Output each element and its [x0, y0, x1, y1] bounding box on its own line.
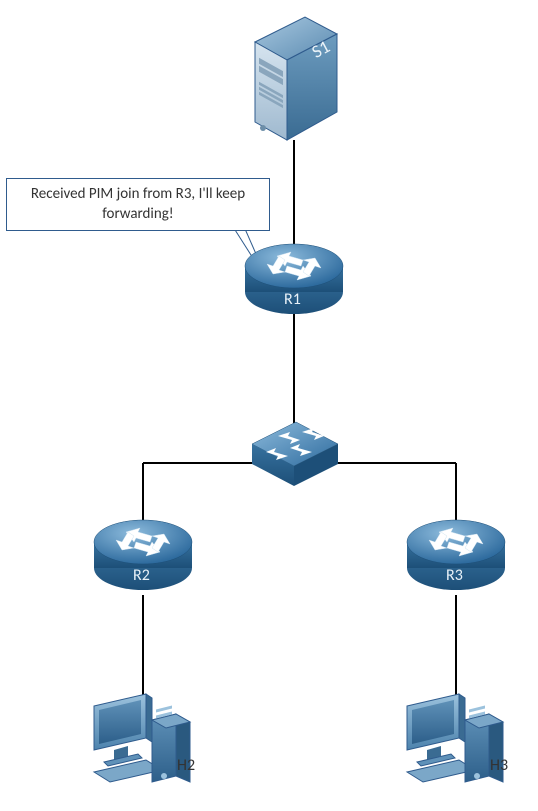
node-host-h3 [403, 690, 513, 795]
node-router-r2 [92, 516, 194, 599]
host-icon [403, 690, 513, 790]
node-label-r2: R2 [133, 566, 150, 585]
switch-icon [250, 418, 340, 490]
callout-box: Received PIM join from R3, I'll keep for… [6, 178, 270, 231]
node-label-r3: R3 [446, 566, 463, 585]
callout-text-line2: forwarding! [102, 205, 173, 223]
callout-text-line1: Received PIM join from R3, I'll keep [31, 185, 245, 203]
node-host-h2 [90, 690, 200, 795]
server-icon [245, 12, 345, 144]
node-router-r3 [405, 516, 507, 599]
node-label-h2: H2 [177, 756, 195, 775]
node-server-s1 [245, 12, 345, 149]
node-switch [250, 418, 340, 495]
host-icon [90, 690, 200, 790]
node-label-r1: R1 [284, 290, 301, 309]
node-label-h3: H3 [490, 756, 508, 775]
node-router-r1 [243, 240, 345, 323]
